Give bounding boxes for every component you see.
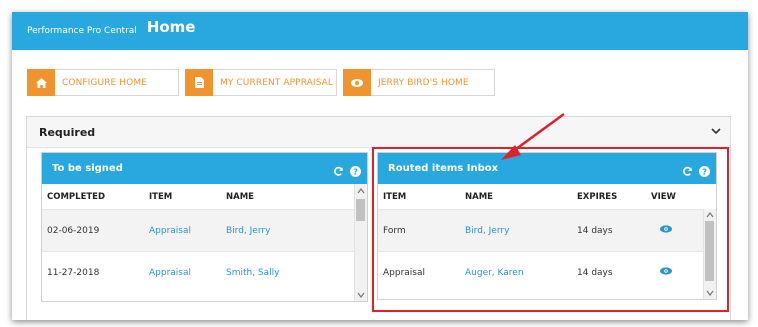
configure-home-label: CONFIGURE HOME bbox=[62, 77, 147, 88]
scrollbar[interactable] bbox=[354, 184, 367, 301]
name-link[interactable]: Smith, Sally bbox=[221, 268, 321, 278]
brand-label: Performance Pro Central bbox=[27, 26, 137, 36]
completed-date: 11-27-2018 bbox=[47, 267, 100, 278]
home-icon bbox=[27, 69, 55, 96]
highlight-box bbox=[372, 147, 729, 312]
jerry-birds-home-button[interactable]: JERRY BIRD'S HOME bbox=[343, 69, 495, 96]
document-icon bbox=[185, 69, 213, 96]
svg-text:?: ? bbox=[353, 167, 358, 177]
jerry-birds-home-label: JERRY BIRD'S HOME bbox=[378, 77, 469, 88]
col-item: ITEM bbox=[149, 191, 173, 202]
to-be-signed-panel: To be signed ? COMPLETED ITEM NAME 02-06… bbox=[41, 152, 368, 302]
refresh-icon[interactable] bbox=[333, 162, 344, 181]
to-be-signed-columns: COMPLETED ITEM NAME bbox=[42, 184, 367, 209]
my-current-appraisal-label: MY CURRENT APPRAISAL bbox=[220, 77, 334, 88]
col-name: NAME bbox=[226, 191, 254, 202]
table-row: 02-06-2019 Appraisal Bird, Jerry bbox=[42, 209, 367, 251]
col-completed: COMPLETED bbox=[47, 191, 106, 202]
configure-home-button[interactable]: CONFIGURE HOME bbox=[27, 69, 179, 96]
name-link[interactable]: Bird, Jerry bbox=[221, 226, 321, 236]
to-be-signed-header: To be signed ? bbox=[42, 153, 367, 184]
item-link[interactable]: Appraisal bbox=[144, 268, 221, 278]
required-title: Required bbox=[39, 125, 96, 139]
top-header: Performance Pro Central Home bbox=[12, 12, 748, 50]
scroll-down-icon[interactable] bbox=[357, 291, 365, 299]
scroll-up-icon[interactable] bbox=[357, 187, 365, 195]
my-current-appraisal-button[interactable]: MY CURRENT APPRAISAL bbox=[185, 69, 337, 96]
app-window: Performance Pro Central Home CONFIGURE H… bbox=[12, 12, 748, 320]
required-header[interactable]: Required bbox=[27, 117, 730, 148]
item-link[interactable]: Appraisal bbox=[144, 226, 221, 236]
eye-icon bbox=[343, 69, 371, 96]
completed-date: 02-06-2019 bbox=[47, 225, 100, 236]
table-row: 11-27-2018 Appraisal Smith, Sally bbox=[42, 251, 367, 293]
scrollbar-thumb[interactable] bbox=[356, 199, 365, 221]
chevron-down-icon[interactable] bbox=[711, 126, 721, 136]
quick-links: CONFIGURE HOME MY CURRENT APPRAISAL JERR… bbox=[27, 69, 495, 96]
page-title: Home bbox=[146, 18, 196, 36]
to-be-signed-title: To be signed bbox=[52, 163, 123, 174]
help-icon[interactable]: ? bbox=[350, 162, 361, 181]
